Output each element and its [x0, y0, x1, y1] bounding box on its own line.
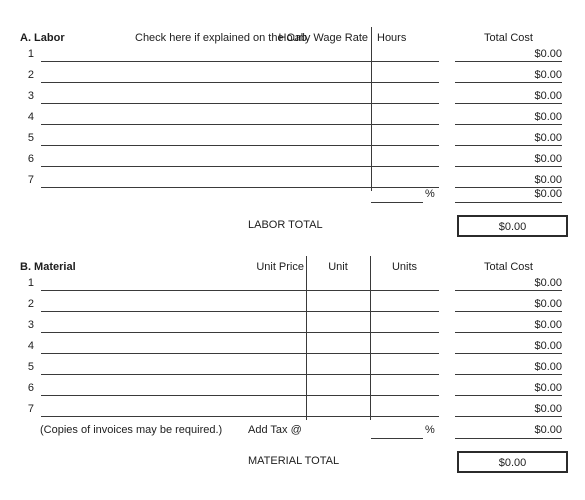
material-row-line[interactable] — [41, 374, 439, 375]
labor-row-line[interactable] — [41, 145, 371, 146]
material-total-cost-line[interactable] — [455, 311, 562, 312]
labor-row-line[interactable] — [41, 187, 371, 188]
labor-row-line[interactable] — [41, 124, 371, 125]
labor-hours-line[interactable] — [371, 145, 439, 146]
labor-total-cost-value: $0.00 — [534, 132, 562, 144]
material-section-title: B. Material — [20, 261, 76, 273]
labor-row-line[interactable] — [41, 82, 371, 83]
material-column-unit-price: Unit Price — [256, 261, 304, 273]
labor-total-cost-value: $0.00 — [534, 174, 562, 186]
material-row-number: 5 — [27, 361, 34, 373]
material-tax-row-total: $0.00 — [534, 424, 562, 436]
material-row-number: 6 — [27, 382, 34, 394]
material-total-label: MATERIAL TOTAL — [248, 455, 340, 467]
labor-total-cost-line[interactable] — [455, 124, 562, 125]
material-row-number: 7 — [27, 403, 34, 415]
material-row-number: 2 — [27, 298, 34, 310]
labor-section-title: A. Labor — [20, 32, 65, 44]
material-total-cost-line[interactable] — [455, 374, 562, 375]
labor-hours-line[interactable] — [371, 124, 439, 125]
material-row-line[interactable] — [41, 416, 439, 417]
material-percent-input-line[interactable] — [371, 438, 423, 439]
labor-total-cost-line[interactable] — [455, 61, 562, 62]
material-row-number: 4 — [27, 340, 34, 352]
material-row-number: 3 — [27, 319, 34, 331]
material-total-cost-line[interactable] — [455, 416, 562, 417]
material-column-total-cost: Total Cost — [484, 261, 533, 273]
labor-total-cost-value: $0.00 — [534, 48, 562, 60]
labor-row-number: 3 — [27, 90, 34, 102]
labor-total-cost-value: $0.00 — [534, 90, 562, 102]
material-total-cost-line[interactable] — [455, 332, 562, 333]
labor-total-cost-value: $0.00 — [534, 153, 562, 165]
material-tax-row-total-line[interactable] — [455, 438, 562, 439]
material-total-cost-value: $0.00 — [534, 340, 562, 352]
labor-total-cost-value: $0.00 — [534, 69, 562, 81]
material-row-line[interactable] — [41, 311, 439, 312]
material-row-line[interactable] — [41, 332, 439, 333]
labor-row-number: 7 — [27, 174, 34, 186]
labor-total-cost-line[interactable] — [455, 145, 562, 146]
labor-total-cost-line[interactable] — [455, 82, 562, 83]
labor-total-cost-value: $0.00 — [534, 111, 562, 123]
labor-row-line[interactable] — [41, 166, 371, 167]
material-column-unit: Unit — [328, 261, 348, 273]
labor-percent-input-line[interactable] — [371, 202, 423, 203]
material-total-cost-value: $0.00 — [534, 361, 562, 373]
labor-total-cost-line[interactable] — [455, 103, 562, 104]
labor-hours-line[interactable] — [371, 82, 439, 83]
cost-breakdown-form: A. Labor Check here if explained on the … — [0, 0, 585, 500]
material-total-cost-value: $0.00 — [534, 277, 562, 289]
material-total-cost-line[interactable] — [455, 395, 562, 396]
labor-hours-line[interactable] — [371, 166, 439, 167]
labor-column-hourly-wage-rate: Hourly Wage Rate — [278, 32, 368, 44]
labor-row-number: 1 — [27, 48, 34, 60]
material-total-cost-value: $0.00 — [534, 298, 562, 310]
material-row-line[interactable] — [41, 290, 439, 291]
labor-row-number: 5 — [27, 132, 34, 144]
labor-percent-symbol: % — [425, 188, 435, 200]
material-row-line[interactable] — [41, 395, 439, 396]
material-column-units: Units — [391, 261, 418, 273]
labor-row-number: 2 — [27, 69, 34, 81]
labor-hours-line[interactable] — [371, 61, 439, 62]
material-add-tax-label: Add Tax @ — [248, 424, 302, 436]
material-total-cost-line[interactable] — [455, 290, 562, 291]
labor-row-line[interactable] — [41, 61, 371, 62]
labor-total-cost-line[interactable] — [455, 166, 562, 167]
material-total-cost-value: $0.00 — [534, 382, 562, 394]
labor-column-hours: Hours — [377, 32, 407, 44]
labor-total-label: LABOR TOTAL — [248, 219, 323, 231]
material-total-cost-line[interactable] — [455, 353, 562, 354]
material-total-cost-value: $0.00 — [534, 403, 562, 415]
material-percent-symbol: % — [425, 424, 435, 436]
labor-hours-line[interactable] — [371, 103, 439, 104]
labor-total-box: $0.00 — [457, 215, 568, 237]
labor-percent-row-total: $0.00 — [534, 188, 562, 200]
labor-row-line[interactable] — [41, 103, 371, 104]
labor-percent-row-total-line[interactable] — [455, 202, 562, 203]
material-invoice-note: (Copies of invoices may be required.) — [40, 424, 223, 436]
labor-row-number: 6 — [27, 153, 34, 165]
material-total-box: $0.00 — [457, 451, 568, 473]
material-row-number: 1 — [27, 277, 34, 289]
material-total-cost-value: $0.00 — [534, 319, 562, 331]
material-row-line[interactable] — [41, 353, 439, 354]
labor-row-number: 4 — [27, 111, 34, 123]
labor-column-total-cost: Total Cost — [484, 32, 533, 44]
